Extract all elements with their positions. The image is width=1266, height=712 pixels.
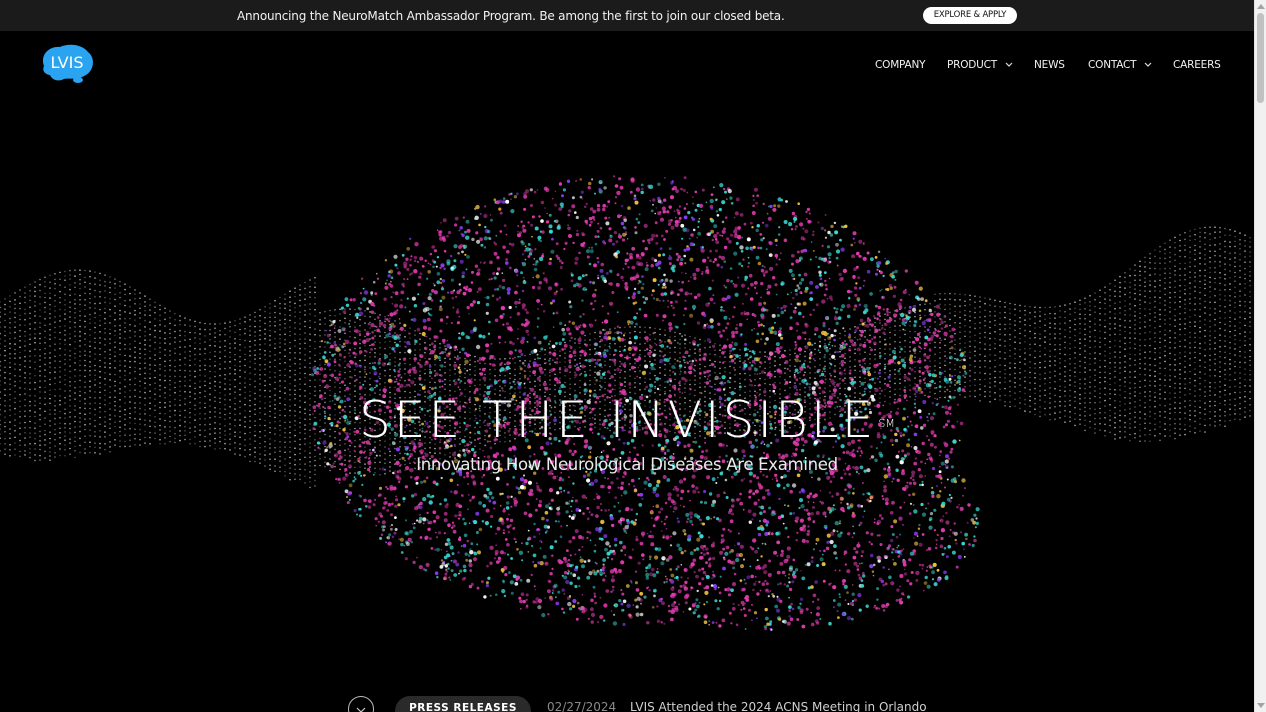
scroll-down-arrow-icon[interactable]	[1257, 703, 1265, 708]
page: Announcing the NeuroMatch Ambassador Pro…	[0, 0, 1254, 712]
nav-contact-label: CONTACT	[1088, 59, 1137, 71]
press-releases-tag[interactable]: PRESS RELEASES	[395, 696, 531, 712]
chevron-down-icon	[356, 707, 366, 712]
nav-product-label: PRODUCT	[947, 59, 998, 71]
hero-title: SEE THE INVISIBLE SM	[0, 390, 1254, 450]
explore-apply-button[interactable]: EXPLORE & APPLY	[923, 7, 1017, 24]
news-headline-link[interactable]: LVIS Attended the 2024 ACNS Meeting in O…	[630, 700, 927, 712]
hero-brain-illustration	[0, 175, 1251, 631]
nav-careers[interactable]: CAREERS	[1173, 58, 1221, 72]
announcement-bar: Announcing the NeuroMatch Ambassador Pro…	[0, 0, 1254, 31]
nav-company[interactable]: COMPANY	[875, 58, 926, 72]
lvis-logo[interactable]: LVIS	[38, 44, 94, 84]
nav-contact[interactable]: CONTACT	[1088, 58, 1154, 72]
nav-news[interactable]: NEWS	[1034, 58, 1065, 72]
hero-title-text: SEE THE INVISIBLE	[359, 391, 877, 449]
news-date: 02/27/2024	[547, 700, 617, 712]
hero-subtitle: Innovating How Neurological Diseases Are…	[416, 455, 838, 474]
scroll-up-arrow-icon[interactable]	[1257, 4, 1265, 9]
nav-product[interactable]: PRODUCT	[947, 58, 1015, 72]
lvis-logo-icon: LVIS	[42, 44, 93, 83]
scroll-thumb[interactable]	[1257, 13, 1264, 103]
service-mark: SM	[878, 417, 895, 430]
chevron-down-icon	[1144, 62, 1152, 67]
page-scrollbar[interactable]	[1254, 0, 1266, 712]
chevron-down-icon	[1005, 62, 1013, 67]
announcement-text: Announcing the NeuroMatch Ambassador Pro…	[237, 9, 785, 23]
